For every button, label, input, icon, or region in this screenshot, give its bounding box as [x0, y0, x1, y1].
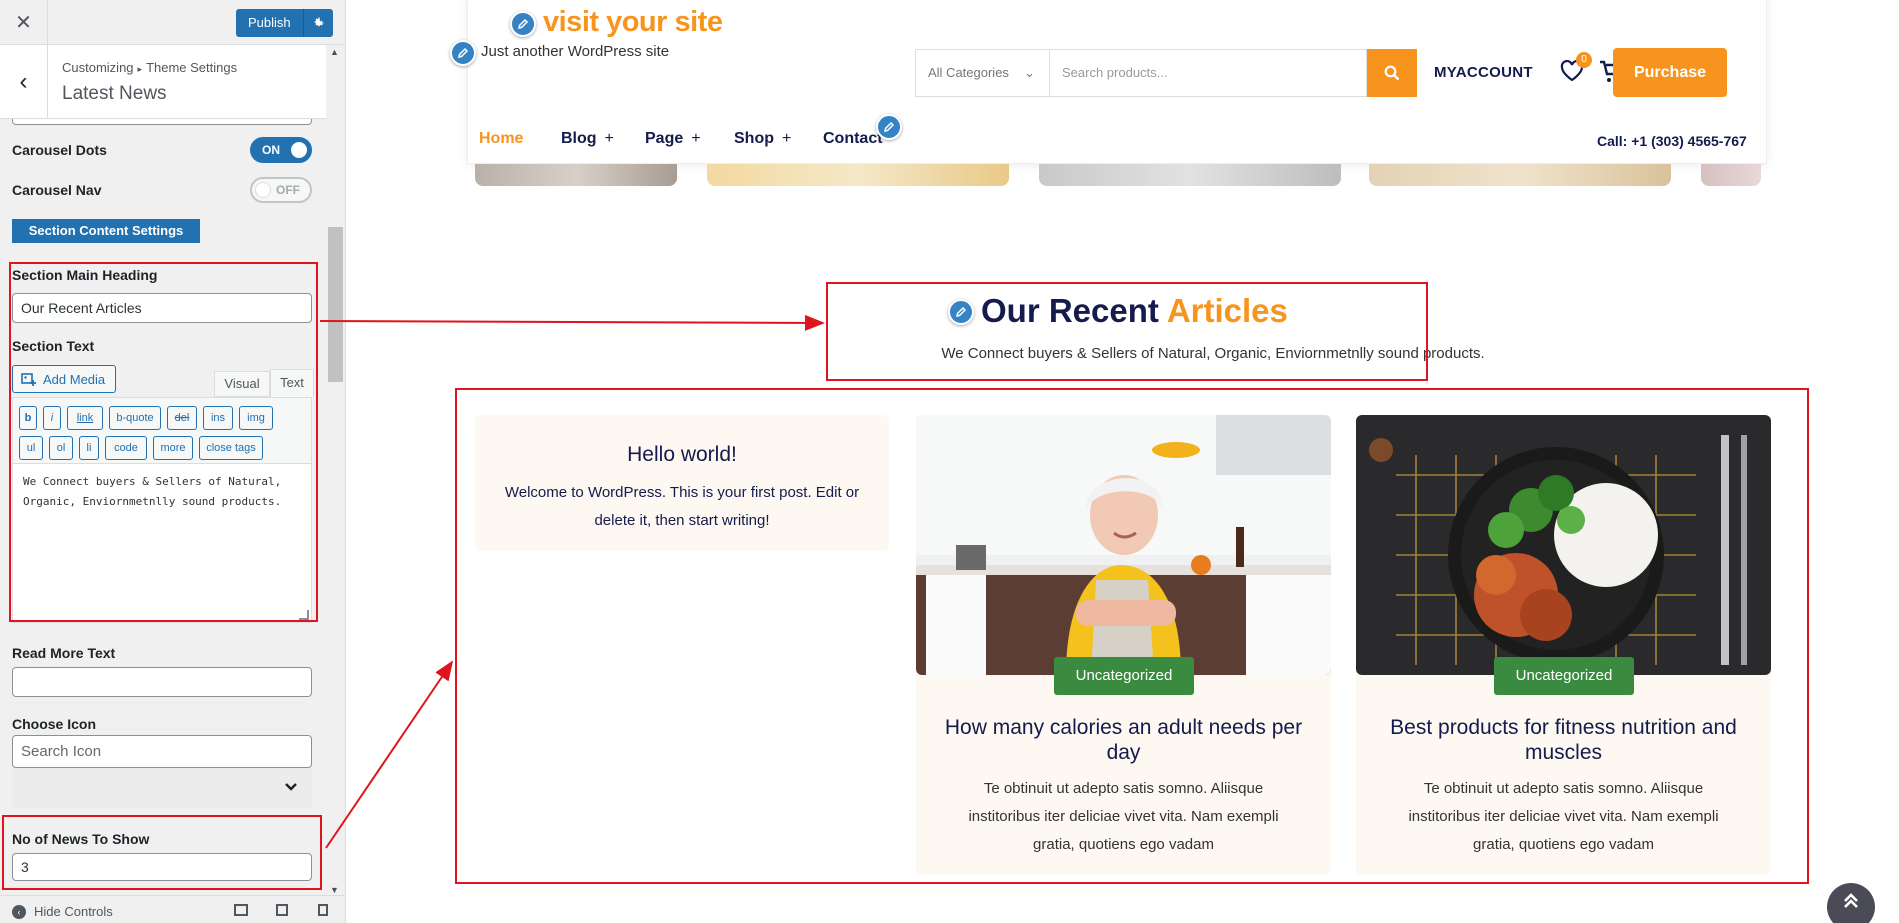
annotation-arrow-heading	[319, 314, 825, 331]
annotation-arrows	[319, 314, 825, 849]
annotation-arrow-news-count	[325, 660, 454, 849]
